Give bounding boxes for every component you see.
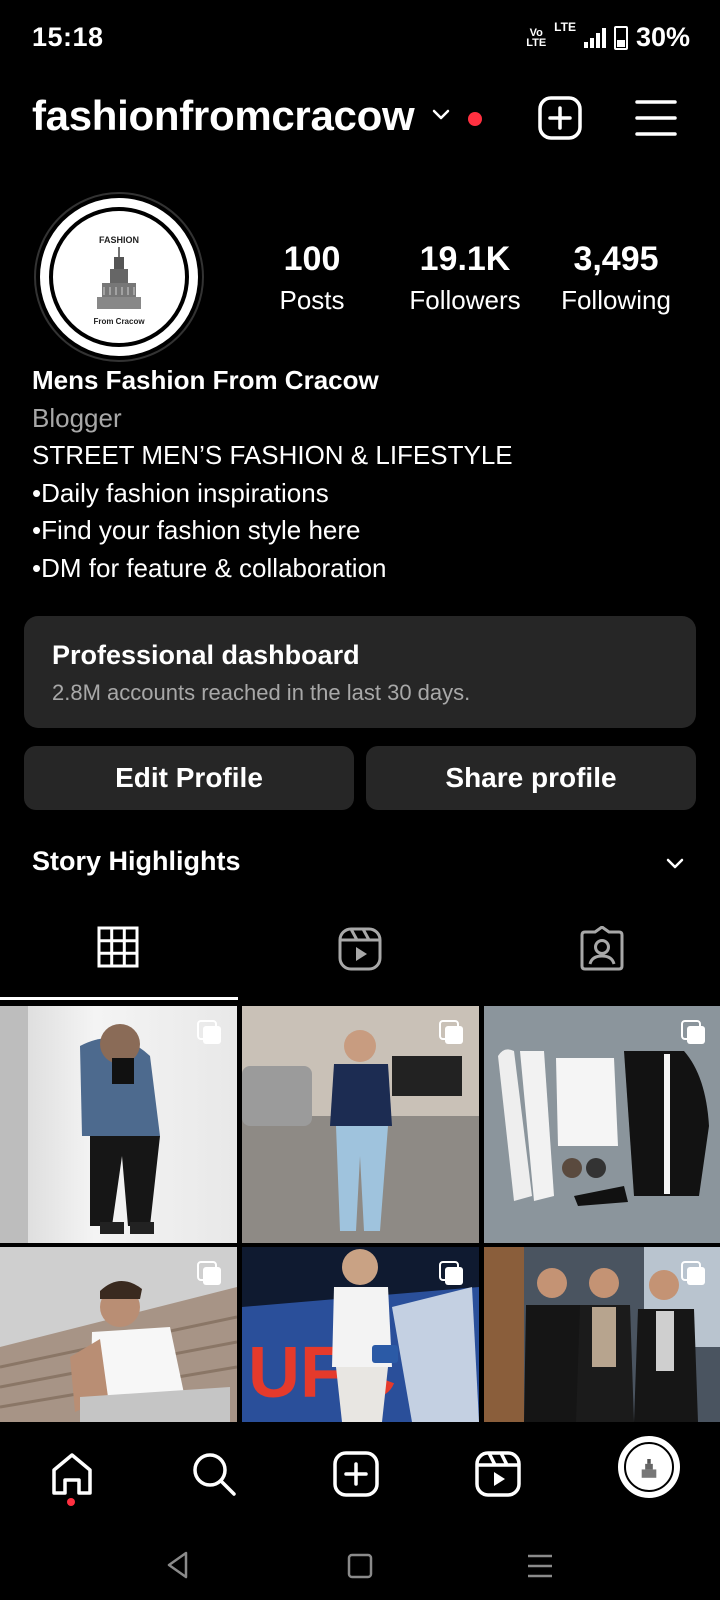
- avatar-image: FASHION From Cracow: [40, 198, 198, 356]
- profile-avatar: [624, 1442, 674, 1492]
- tab-reels[interactable]: [242, 926, 478, 1000]
- account-username[interactable]: fashionfromcracow: [32, 92, 415, 140]
- nav-search[interactable]: [184, 1444, 244, 1504]
- stat-following[interactable]: 3,495 Following: [548, 240, 684, 316]
- logo-text-bottom: From Cracow: [93, 317, 145, 326]
- stat-followers-value: 19.1K: [419, 240, 511, 278]
- share-profile-button[interactable]: Share profile: [366, 746, 696, 810]
- home-square-icon[interactable]: [347, 1553, 373, 1579]
- notification-dot: [468, 112, 482, 126]
- back-icon[interactable]: [164, 1550, 192, 1580]
- active-tab-indicator: [0, 997, 238, 1000]
- multi-post-icon: [681, 1261, 705, 1285]
- lte-label: LTE: [554, 20, 576, 34]
- profile-name: Mens Fashion From Cracow: [32, 365, 379, 395]
- bio-line: •Daily fashion inspirations: [32, 477, 329, 508]
- profile-category: Blogger: [32, 402, 122, 433]
- reels-icon: [338, 927, 382, 971]
- multi-post-icon: [439, 1261, 463, 1285]
- tagged-icon: [580, 926, 624, 971]
- reels-icon: [475, 1451, 521, 1497]
- bottom-navigation: [0, 1422, 720, 1536]
- tab-posts-grid[interactable]: [0, 926, 236, 1000]
- system-indicators: Vo LTE LTE 30%: [526, 20, 690, 53]
- battery-icon: [613, 25, 628, 50]
- home-notification-dot: [67, 1498, 75, 1506]
- fashion-from-cracow-logo: FASHION From Cracow: [49, 207, 189, 347]
- profile-avatar[interactable]: FASHION From Cracow: [34, 192, 204, 362]
- bio-line: •Find your fashion style here: [32, 515, 361, 545]
- bio-line: STREET MEN’S FASHION & LIFESTYLE: [32, 440, 513, 470]
- menu-icon[interactable]: [632, 94, 680, 142]
- stat-followers-label: Followers: [409, 285, 521, 315]
- profile-bio: Mens Fashion From Cracow Blogger STREET …: [32, 362, 513, 587]
- stat-following-value: 3,495: [573, 240, 659, 278]
- search-icon: [193, 1453, 236, 1496]
- stat-posts[interactable]: 100 Posts: [262, 240, 362, 316]
- system-navigation-bar: [0, 1536, 720, 1600]
- stat-posts-value: 100: [283, 240, 341, 278]
- status-bar: 15:18 Vo LTE LTE 30%: [0, 0, 720, 80]
- home-icon: [52, 1453, 92, 1495]
- multi-post-icon: [197, 1261, 221, 1285]
- post-thumbnail[interactable]: [484, 1247, 720, 1422]
- post-thumbnail[interactable]: [484, 1006, 720, 1243]
- multi-post-icon: [681, 1020, 705, 1044]
- logo-text-top: FASHION: [98, 235, 139, 245]
- edit-profile-button[interactable]: Edit Profile: [24, 746, 354, 810]
- nav-reels[interactable]: [468, 1444, 528, 1504]
- tab-tagged[interactable]: [484, 926, 720, 1000]
- palace-of-culture-icon: [97, 247, 141, 309]
- professional-dashboard-card[interactable]: Professional dashboard 2.8M accounts rea…: [24, 616, 696, 728]
- chevron-down-icon[interactable]: [664, 852, 686, 874]
- create-icon: [333, 1451, 379, 1497]
- grid-icon: [97, 926, 139, 968]
- new-post-icon[interactable]: [536, 94, 584, 142]
- signal-icon: [583, 27, 606, 48]
- post-thumbnail[interactable]: [242, 1006, 479, 1243]
- story-highlights-title[interactable]: Story Highlights: [32, 846, 241, 877]
- stat-following-label: Following: [561, 285, 671, 315]
- dashboard-subtitle: 2.8M accounts reached in the last 30 day…: [52, 680, 471, 705]
- post-thumbnail[interactable]: [0, 1006, 237, 1243]
- chevron-down-icon[interactable]: [430, 103, 452, 125]
- bio-line: •DM for feature & collaboration: [32, 552, 387, 583]
- stat-followers[interactable]: 19.1K Followers: [395, 240, 535, 316]
- stat-posts-label: Posts: [279, 285, 345, 315]
- nav-profile[interactable]: [618, 1436, 680, 1498]
- post-thumbnail[interactable]: UFC: [242, 1247, 479, 1422]
- nav-home[interactable]: [42, 1444, 102, 1504]
- clock: 15:18: [32, 22, 104, 52]
- palace-of-culture-icon: [641, 1459, 657, 1478]
- multi-post-icon: [439, 1020, 463, 1044]
- nav-create[interactable]: [326, 1444, 386, 1504]
- volte-indicator: Vo LTE: [526, 26, 547, 49]
- battery-percent: 30%: [635, 22, 690, 52]
- dashboard-title: Professional dashboard: [52, 640, 360, 670]
- multi-post-icon: [197, 1020, 221, 1044]
- recents-icon[interactable]: [526, 1553, 554, 1579]
- post-thumbnail[interactable]: [0, 1247, 237, 1422]
